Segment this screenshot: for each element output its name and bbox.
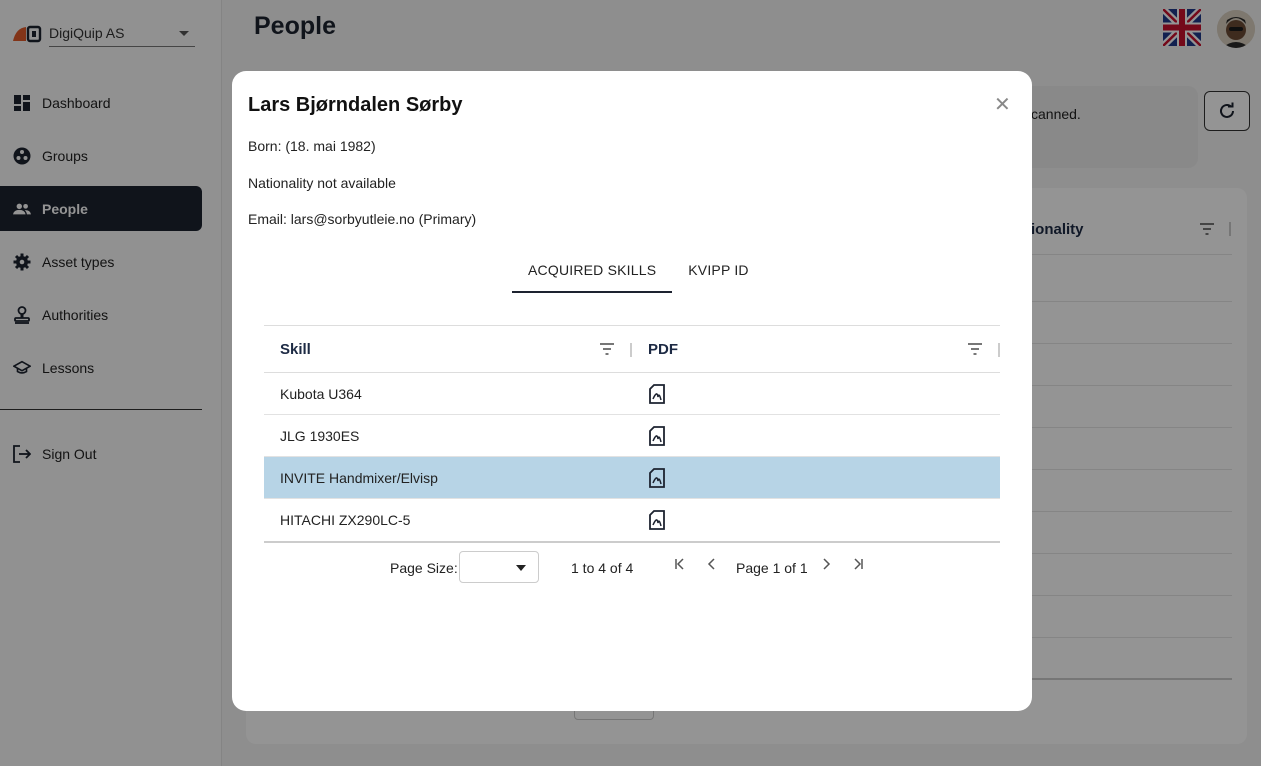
grid-header: Skill PDF (264, 325, 1000, 373)
column-resize-handle[interactable] (630, 343, 632, 357)
modal-tabs: ACQUIRED SKILLS KVIPP ID (512, 254, 765, 293)
page-size-select[interactable] (459, 551, 539, 583)
filter-icon[interactable] (968, 343, 982, 355)
close-icon: ✕ (994, 94, 1011, 116)
skill-name: JLG 1930ES (280, 428, 360, 444)
skill-name: INVITE Handmixer/Elvisp (280, 470, 438, 486)
tab-kvipp-id[interactable]: KVIPP ID (672, 254, 764, 293)
table-row[interactable]: INVITE Handmixer/Elvisp (264, 457, 1000, 499)
table-row[interactable]: HITACHI ZX290LC-5 (264, 499, 1000, 541)
skill-name: Kubota U364 (280, 386, 362, 402)
pdf-file-icon[interactable] (648, 468, 666, 488)
row-range: 1 to 4 of 4 (571, 560, 634, 576)
pagination-bar: Page Size: 1 to 4 of 4 Page 1 of 1 (264, 541, 1000, 591)
skill-name: HITACHI ZX290LC-5 (280, 512, 411, 528)
pdf-file-icon[interactable] (648, 510, 666, 530)
pdf-file-icon[interactable] (648, 426, 666, 446)
first-page-icon[interactable] (674, 557, 686, 575)
person-nationality: Nationality not available (248, 175, 396, 191)
previous-page-icon[interactable] (707, 557, 717, 575)
person-name: Lars Bjørndalen Sørby (248, 94, 463, 116)
filter-icon[interactable] (600, 343, 614, 355)
column-header-pdf[interactable]: PDF (648, 341, 678, 358)
close-button[interactable]: ✕ (994, 95, 1011, 115)
page-indicator: Page 1 of 1 (736, 560, 808, 576)
tab-acquired-skills[interactable]: ACQUIRED SKILLS (512, 254, 673, 293)
person-email: Email: lars@sorbyutleie.no (Primary) (248, 211, 477, 227)
skills-grid: Skill PDF Kubota U364 JLG 1930ES INVITE … (264, 325, 1000, 591)
person-detail-modal: ✕ Lars Bjørndalen Sørby Born: (18. mai 1… (232, 71, 1032, 711)
table-row[interactable]: JLG 1930ES (264, 415, 1000, 457)
pdf-file-icon[interactable] (648, 384, 666, 404)
person-born: Born: (18. mai 1982) (248, 138, 376, 154)
table-row[interactable]: Kubota U364 (264, 373, 1000, 415)
page-size-label: Page Size: (390, 560, 458, 576)
chevron-down-icon (516, 565, 526, 571)
column-resize-handle[interactable] (998, 343, 1000, 357)
column-header-skill[interactable]: Skill (280, 341, 311, 358)
last-page-icon[interactable] (852, 557, 864, 575)
next-page-icon[interactable] (821, 557, 831, 575)
